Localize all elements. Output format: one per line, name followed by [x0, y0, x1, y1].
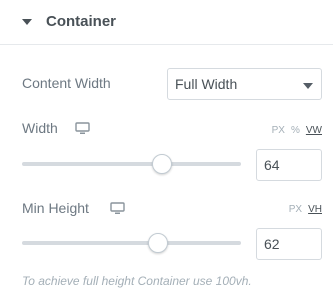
min-height-slider-handle[interactable] [147, 233, 168, 253]
unit-vw[interactable]: VW [306, 125, 322, 136]
chevron-down-icon [303, 83, 313, 89]
container-settings-panel: Container Content Width Full Width Width… [0, 0, 333, 308]
desktop-monitor-icon[interactable] [75, 122, 90, 135]
min-height-label: Min Height [22, 200, 89, 216]
unit-px[interactable]: PX [272, 125, 285, 136]
min-height-units: PX VH [283, 204, 322, 215]
width-slider-track[interactable] [22, 154, 241, 174]
section-title: Container [46, 13, 117, 30]
content-width-label: Content Width [22, 75, 111, 91]
min-height-input[interactable] [256, 228, 322, 260]
content-width-value: Full Width [175, 76, 238, 92]
unit-percent[interactable]: % [291, 125, 300, 136]
help-text: To achieve full height Container use 100… [22, 274, 252, 288]
width-slider-handle[interactable] [152, 154, 173, 174]
content-width-select[interactable]: Full Width [167, 68, 322, 100]
width-units: PX% VW [266, 125, 322, 136]
desktop-monitor-icon[interactable] [110, 202, 125, 215]
min-height-slider-track[interactable] [22, 233, 241, 253]
width-input[interactable] [256, 149, 322, 181]
unit-px[interactable]: PX [289, 204, 302, 215]
width-label: Width [22, 120, 58, 136]
section-header-container[interactable]: Container [0, 0, 333, 45]
unit-vh[interactable]: VH [308, 204, 322, 215]
caret-down-icon [22, 19, 32, 25]
